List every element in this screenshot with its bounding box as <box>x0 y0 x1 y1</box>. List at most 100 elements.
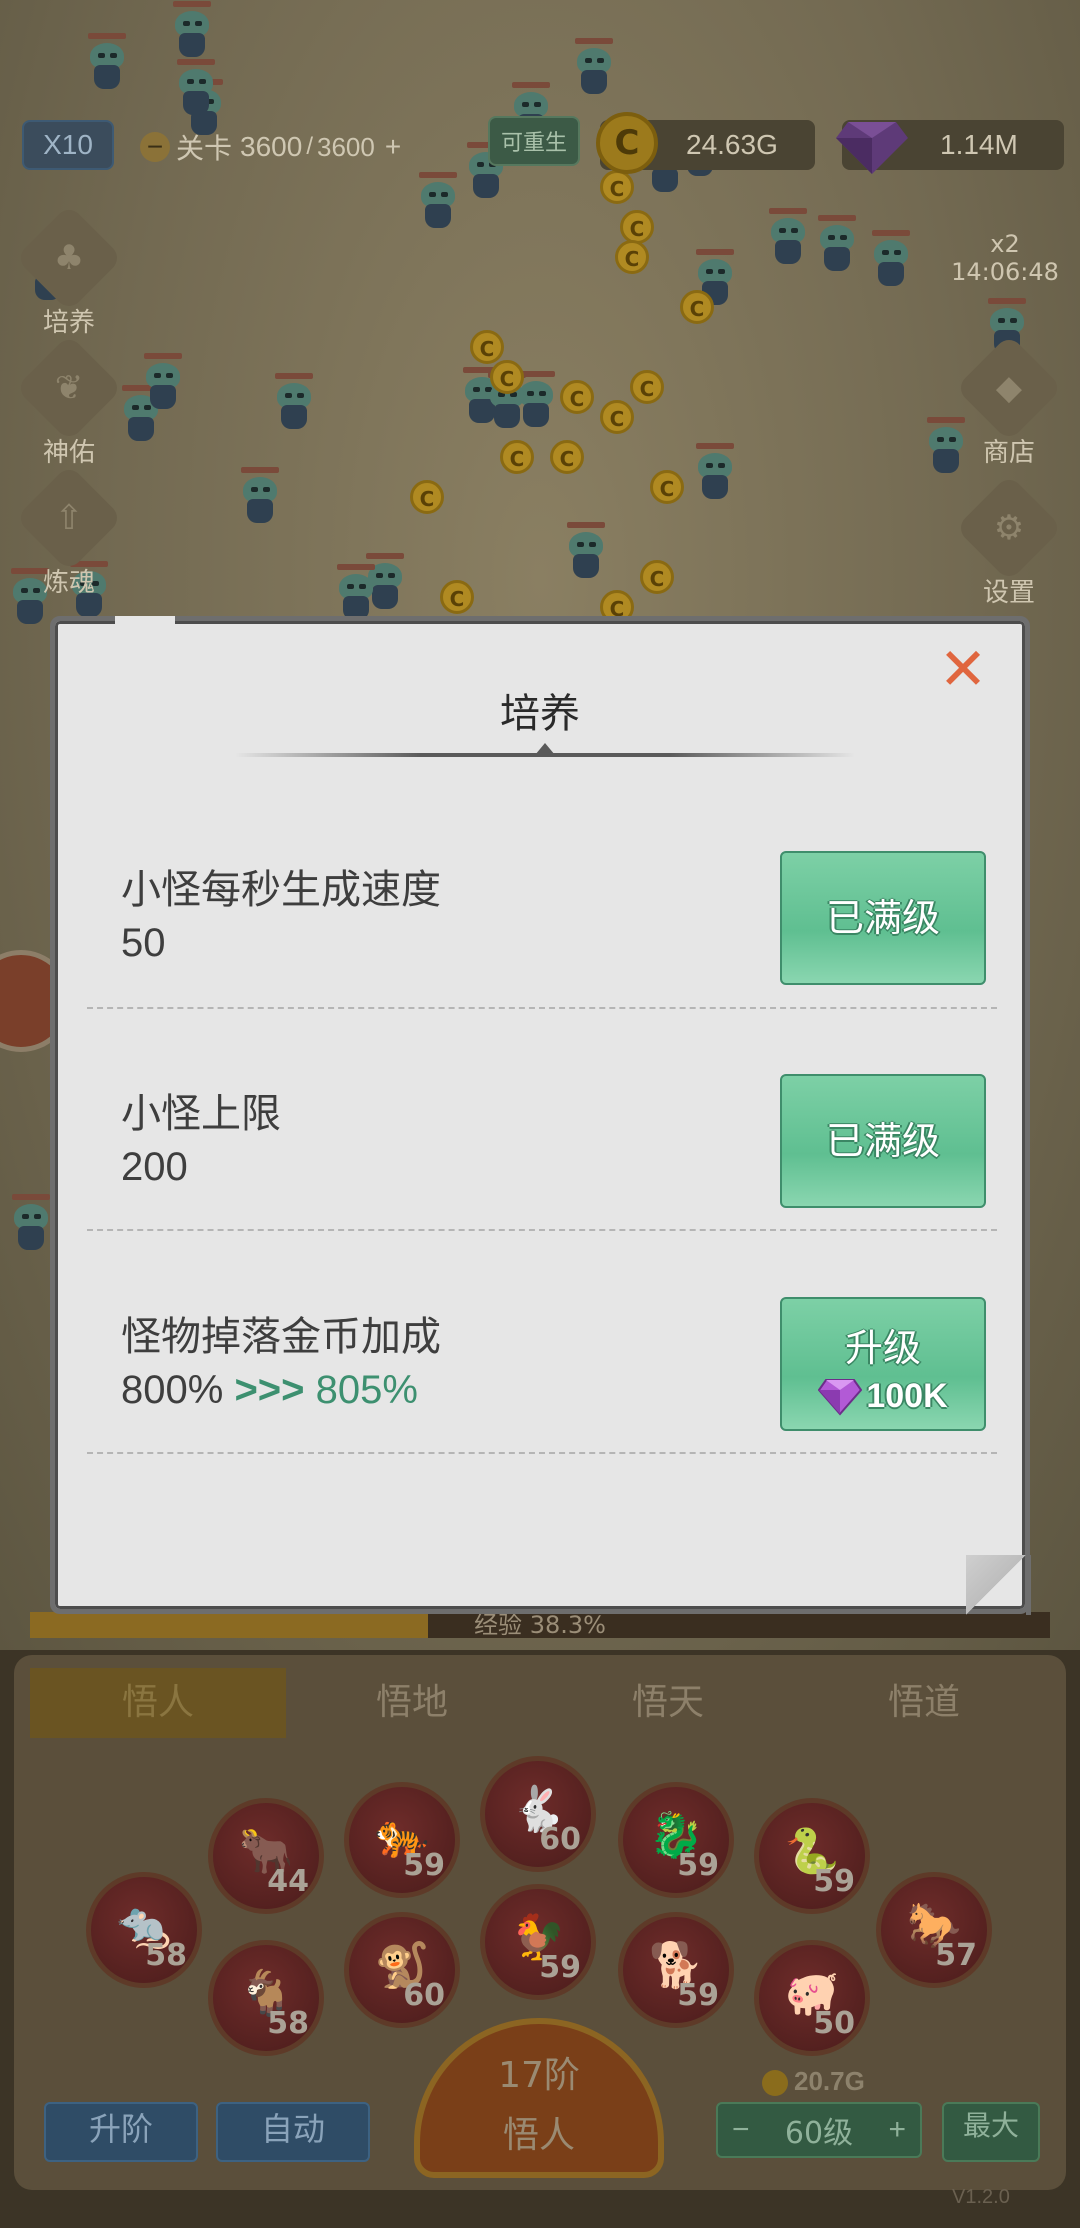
zodiac-rooster[interactable]: 🐓 59 <box>480 1884 596 2000</box>
zodiac-snake[interactable]: 🐍 59 <box>754 1798 870 1914</box>
stage-rank: 17阶 <box>498 2055 580 2096</box>
coin-sprite: C <box>615 240 649 274</box>
stat-value-gold-bonus: 800% >>> 805% <box>121 1368 418 1413</box>
zodiac-level: 58 <box>267 2006 309 2041</box>
coin-sprite: C <box>640 560 674 594</box>
zodiac-monkey[interactable]: 🐒 60 <box>344 1912 460 2028</box>
tab-wudao[interactable]: 悟道 <box>796 1668 1052 1738</box>
cost-label: 20.7G <box>762 2066 902 2100</box>
monster-sprite <box>563 522 609 580</box>
title-divider-marker <box>535 743 555 755</box>
arrow-indicator: >>> <box>234 1368 305 1412</box>
monster-sprite <box>814 215 860 273</box>
stat-name-spawn-rate: 小怪每秒生成速度 <box>121 867 441 913</box>
maxed-button-monster-cap[interactable]: 已满级 <box>780 1074 986 1208</box>
zodiac-level: 59 <box>813 1864 855 1899</box>
clover-icon: ♣ <box>15 204 123 312</box>
gold-value: 24.63G <box>686 129 778 160</box>
zodiac-horse[interactable]: 🐎 57 <box>876 1872 992 1988</box>
stage-name: 悟人 <box>502 2115 575 2156</box>
dialog-title: 培养 <box>500 691 580 737</box>
side-button-shop[interactable]: ◆ 商店 <box>954 334 1064 469</box>
rebirth-label: 可重生 <box>500 130 567 155</box>
row-divider <box>87 1007 997 1009</box>
maxed-button-spawn-rate[interactable]: 已满级 <box>780 851 986 985</box>
zodiac-rat[interactable]: 🐀 58 <box>86 1872 202 1988</box>
minus-icon[interactable]: − <box>140 132 170 162</box>
current-value: 800% <box>121 1368 224 1412</box>
close-icon[interactable]: ✕ <box>935 640 991 698</box>
zodiac-level: 50 <box>813 2006 855 2041</box>
side-label-settings: 设置 <box>982 578 1035 608</box>
coin-sprite: C <box>680 290 714 324</box>
zodiac-rabbit[interactable]: 🐇 60 <box>480 1756 596 1872</box>
monster-sprite <box>333 564 379 622</box>
coin-sprite: C <box>440 580 474 614</box>
current-value: 50 <box>121 921 166 965</box>
plus-button[interactable]: + <box>888 2113 906 2147</box>
wings-icon: ❦ <box>15 334 123 442</box>
diamond-icon: ◆ <box>955 334 1063 442</box>
level-value: 60级 <box>784 2116 854 2151</box>
next-value: 805% <box>315 1368 418 1412</box>
monster-sprite <box>169 1 215 59</box>
monster-sprite <box>271 373 317 431</box>
side-label-soul: 炼魂 <box>42 568 95 598</box>
coin-sprite: C <box>490 360 524 394</box>
stat-value-spawn-rate: 50 <box>121 921 166 966</box>
auto-button[interactable]: 自动 <box>216 2102 370 2162</box>
multiplier-label: X10 <box>43 129 93 160</box>
gem-counter: 1.14M <box>836 120 1064 174</box>
coin-sprite: C <box>600 400 634 434</box>
plus-icon[interactable]: + <box>385 131 401 163</box>
upgrade-button-gold-bonus[interactable]: 升级 100K <box>780 1297 986 1431</box>
coin-sprite: C <box>410 480 444 514</box>
current-value: 200 <box>121 1145 188 1189</box>
side-button-settings[interactable]: ⚙ 设置 <box>954 474 1064 609</box>
zodiac-dog[interactable]: 🐕 59 <box>618 1912 734 2028</box>
zodiac-level: 58 <box>145 1938 187 1973</box>
speed-multiplier: x2 <box>990 230 1020 258</box>
tab-wudi[interactable]: 悟地 <box>284 1668 540 1738</box>
zodiac-pig[interactable]: 🐖 50 <box>754 1940 870 2056</box>
monster-sprite <box>571 38 617 96</box>
zodiac-ox[interactable]: 🐂 44 <box>208 1798 324 1914</box>
speed-boost-badge[interactable]: x2 14:06:48 <box>950 230 1060 286</box>
tab-wuren[interactable]: 悟人 <box>30 1668 286 1738</box>
side-label-train: 培养 <box>42 308 95 338</box>
monster-sprite <box>415 172 461 230</box>
version-label: V1.2.0 <box>952 2186 1010 2208</box>
dialog-notch <box>115 616 175 630</box>
upgrade-stage-button[interactable]: 升阶 <box>44 2102 198 2162</box>
max-button[interactable]: 最大 <box>942 2102 1040 2162</box>
rebirth-button[interactable]: 可重生 <box>488 116 580 166</box>
coin-sprite: C <box>470 330 504 364</box>
monster-sprite <box>868 230 914 288</box>
coin-sprite: C <box>550 440 584 474</box>
minus-button[interactable]: − <box>732 2113 750 2147</box>
zodiac-tiger[interactable]: 🐅 59 <box>344 1782 460 1898</box>
coin-icon <box>762 2070 788 2097</box>
monster-sprite <box>140 353 186 411</box>
coin-sprite: C <box>620 210 654 244</box>
row-divider <box>87 1452 997 1454</box>
zodiac-level: 59 <box>539 1950 581 1985</box>
monster-sprite <box>692 443 738 501</box>
coin-sprite: C <box>500 440 534 474</box>
zodiac-dragon[interactable]: 🐉 59 <box>618 1782 734 1898</box>
tab-label: 悟道 <box>887 1682 960 1723</box>
coin-sprite: C <box>650 470 684 504</box>
coin-sprite: C <box>630 370 664 404</box>
tab-wutian[interactable]: 悟天 <box>540 1668 796 1738</box>
side-button-soul[interactable]: ⇧ 炼魂 <box>14 464 124 599</box>
side-button-bless[interactable]: ❦ 神佑 <box>14 334 124 469</box>
maxed-label: 已满级 <box>825 1119 940 1163</box>
zodiac-level: 60 <box>539 1822 581 1857</box>
exp-label: 经验 38.3% <box>474 1611 606 1639</box>
side-button-train[interactable]: ♣ 培养 <box>14 204 124 339</box>
stage-max: 3600 <box>316 131 375 162</box>
multiplier-badge[interactable]: X10 <box>22 120 114 170</box>
maxed-label: 已满级 <box>825 896 940 940</box>
stage-label: 关卡 <box>176 133 233 164</box>
zodiac-goat[interactable]: 🐐 58 <box>208 1940 324 2056</box>
